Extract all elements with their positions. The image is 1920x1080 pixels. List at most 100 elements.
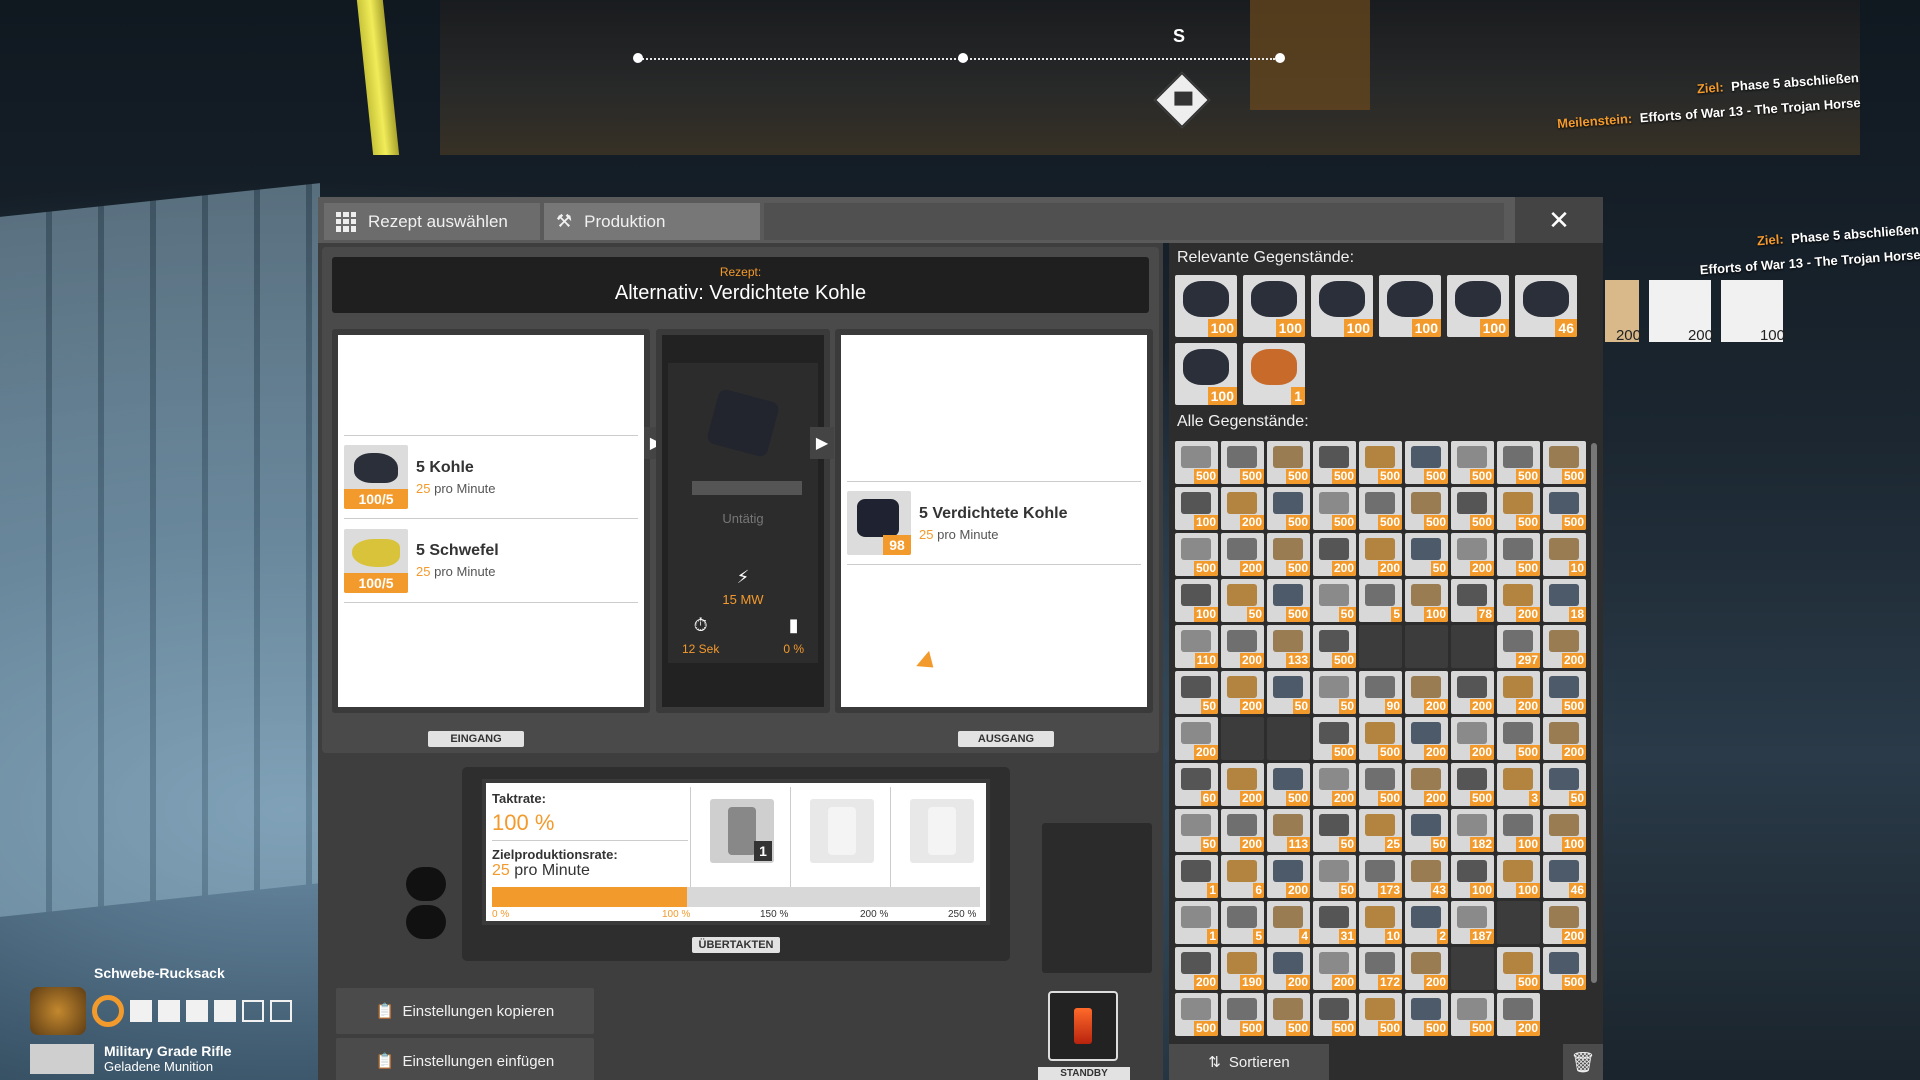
inventory-slot[interactable]: 500 bbox=[1267, 487, 1310, 530]
inventory-slot[interactable]: 172 bbox=[1359, 947, 1402, 990]
inventory-slot[interactable]: 200 bbox=[1221, 625, 1264, 668]
inventory-slot[interactable]: 500 bbox=[1497, 717, 1540, 760]
inventory-slot[interactable]: 500 bbox=[1221, 441, 1264, 484]
inventory-slot[interactable]: 500 bbox=[1405, 993, 1448, 1036]
inventory-slot[interactable]: 200 bbox=[1405, 717, 1448, 760]
inventory-slot[interactable]: 500 bbox=[1359, 717, 1402, 760]
inventory-slot[interactable]: 500 bbox=[1543, 947, 1586, 990]
inventory-slot[interactable]: 200 bbox=[1221, 487, 1264, 530]
inventory-slot[interactable]: 200 bbox=[1543, 901, 1586, 944]
tab-production[interactable]: ⚒ Produktion bbox=[544, 203, 760, 240]
inventory-slot[interactable]: 100 bbox=[1451, 855, 1494, 898]
inventory-slot[interactable]: 500 bbox=[1497, 533, 1540, 576]
relevant-item-slot[interactable]: 1 bbox=[1243, 343, 1305, 405]
inventory-slot[interactable]: 113 bbox=[1267, 809, 1310, 852]
trash-button[interactable]: 🗑 bbox=[1563, 1044, 1603, 1080]
sort-button[interactable]: ⇅ Sortieren bbox=[1169, 1044, 1329, 1080]
inventory-slot[interactable]: 200 bbox=[1221, 763, 1264, 806]
inventory-slot[interactable] bbox=[1221, 717, 1264, 760]
input-item-coal[interactable]: 100/5 5 Kohle 25 pro Minute bbox=[344, 435, 638, 519]
inventory-slot[interactable]: 50 bbox=[1313, 855, 1356, 898]
inventory-slot[interactable]: 500 bbox=[1221, 993, 1264, 1036]
inventory-slot[interactable]: 200 bbox=[1313, 763, 1356, 806]
inventory-slot[interactable]: 110 bbox=[1175, 625, 1218, 668]
inventory-slot[interactable]: 500 bbox=[1267, 763, 1310, 806]
inventory-slot[interactable]: 5 bbox=[1221, 901, 1264, 944]
inventory-slot[interactable]: 500 bbox=[1451, 441, 1494, 484]
inventory-slot[interactable]: 500 bbox=[1451, 487, 1494, 530]
inventory-slot[interactable]: 133 bbox=[1267, 625, 1310, 668]
inventory-slot[interactable]: 200 bbox=[1451, 533, 1494, 576]
target-rate[interactable]: 25 pro Minute bbox=[492, 862, 688, 880]
relevant-item-slot[interactable]: 100 bbox=[1175, 275, 1237, 337]
relevant-item-slot[interactable]: 100 bbox=[1447, 275, 1509, 337]
inventory-slot[interactable]: 200 bbox=[1543, 717, 1586, 760]
inventory-slot[interactable]: 43 bbox=[1405, 855, 1448, 898]
inventory-slot[interactable]: 50 bbox=[1313, 671, 1356, 714]
inventory-slot[interactable]: 500 bbox=[1359, 993, 1402, 1036]
inventory-slot[interactable] bbox=[1359, 625, 1402, 668]
inventory-slot[interactable]: 50 bbox=[1543, 763, 1586, 806]
inventory-slot[interactable]: 5 bbox=[1359, 579, 1402, 622]
inventory-slot[interactable]: 200 bbox=[1175, 717, 1218, 760]
inventory-slot[interactable]: 500 bbox=[1497, 487, 1540, 530]
inventory-slot[interactable]: 200 bbox=[1497, 993, 1540, 1036]
inventory-slot[interactable]: 50 bbox=[1405, 809, 1448, 852]
inventory-slot[interactable]: 500 bbox=[1543, 671, 1586, 714]
inventory-slot[interactable]: 50 bbox=[1313, 809, 1356, 852]
inventory-slot[interactable]: 500 bbox=[1543, 441, 1586, 484]
inventory-slot[interactable]: 500 bbox=[1267, 533, 1310, 576]
inventory-slot[interactable]: 100 bbox=[1497, 855, 1540, 898]
inventory-slot[interactable]: 200 bbox=[1267, 855, 1310, 898]
inventory-slot[interactable]: 3 bbox=[1497, 763, 1540, 806]
copy-settings-button[interactable]: 📋 Einstellungen kopieren bbox=[336, 988, 594, 1034]
relevant-item-slot[interactable]: 100 bbox=[1379, 275, 1441, 337]
clock-value[interactable]: 100 % bbox=[492, 810, 688, 841]
inventory-slot[interactable]: 100 bbox=[1405, 579, 1448, 622]
inventory-slot[interactable]: 90 bbox=[1359, 671, 1402, 714]
inventory-slot[interactable]: 500 bbox=[1267, 579, 1310, 622]
inventory-slot[interactable]: 182 bbox=[1451, 809, 1494, 852]
inventory-slot[interactable]: 200 bbox=[1359, 533, 1402, 576]
inventory-slot[interactable]: 50 bbox=[1405, 533, 1448, 576]
inventory-slot[interactable]: 200 bbox=[1497, 671, 1540, 714]
inventory-slot[interactable] bbox=[1405, 625, 1448, 668]
inventory-slot[interactable] bbox=[1267, 717, 1310, 760]
inventory-slot[interactable]: 500 bbox=[1359, 763, 1402, 806]
inventory-slot[interactable]: 200 bbox=[1175, 947, 1218, 990]
inventory-slot[interactable]: 1 bbox=[1175, 855, 1218, 898]
relevant-item-slot[interactable]: 100 bbox=[1243, 275, 1305, 337]
inventory-slot[interactable]: 50 bbox=[1175, 671, 1218, 714]
inventory-slot[interactable]: 500 bbox=[1405, 441, 1448, 484]
inventory-slot[interactable]: 200 bbox=[1221, 533, 1264, 576]
inventory-slot[interactable]: 18 bbox=[1543, 579, 1586, 622]
inventory-slot[interactable]: 500 bbox=[1451, 763, 1494, 806]
inventory-slot[interactable]: 50 bbox=[1267, 671, 1310, 714]
inventory-slot[interactable]: 187 bbox=[1451, 901, 1494, 944]
inventory-slot[interactable]: 500 bbox=[1313, 717, 1356, 760]
inventory-slot[interactable]: 50 bbox=[1221, 579, 1264, 622]
relevant-item-slot[interactable]: 100 bbox=[1311, 275, 1373, 337]
inventory-slot[interactable]: 100 bbox=[1175, 579, 1218, 622]
standby-switch[interactable] bbox=[1048, 991, 1118, 1061]
input-item-sulfur[interactable]: 100/5 5 Schwefel 25 pro Minute bbox=[344, 519, 638, 603]
inventory-slot[interactable]: 200 bbox=[1497, 579, 1540, 622]
output-item-compacted-coal[interactable]: 98 5 Verdichtete Kohle 25 pro Minute bbox=[847, 481, 1141, 565]
inventory-slot[interactable]: 100 bbox=[1497, 809, 1540, 852]
inventory-slot[interactable]: 4 bbox=[1267, 901, 1310, 944]
inventory-scrollbar[interactable] bbox=[1591, 443, 1597, 983]
inventory-slot[interactable]: 500 bbox=[1267, 993, 1310, 1036]
inventory-slot[interactable]: 78 bbox=[1451, 579, 1494, 622]
inventory-slot[interactable]: 500 bbox=[1313, 487, 1356, 530]
inventory-slot[interactable]: 200 bbox=[1221, 671, 1264, 714]
inventory-slot[interactable]: 500 bbox=[1497, 947, 1540, 990]
inventory-slot[interactable]: 500 bbox=[1313, 441, 1356, 484]
inventory-slot[interactable]: 500 bbox=[1313, 625, 1356, 668]
power-shard-slot[interactable] bbox=[910, 799, 974, 863]
inventory-slot[interactable]: 500 bbox=[1175, 441, 1218, 484]
inventory-slot[interactable]: 173 bbox=[1359, 855, 1402, 898]
inventory-slot[interactable] bbox=[1497, 901, 1540, 944]
inventory-slot[interactable]: 500 bbox=[1175, 533, 1218, 576]
inventory-slot[interactable]: 200 bbox=[1451, 717, 1494, 760]
close-button[interactable]: ✕ bbox=[1515, 197, 1603, 243]
